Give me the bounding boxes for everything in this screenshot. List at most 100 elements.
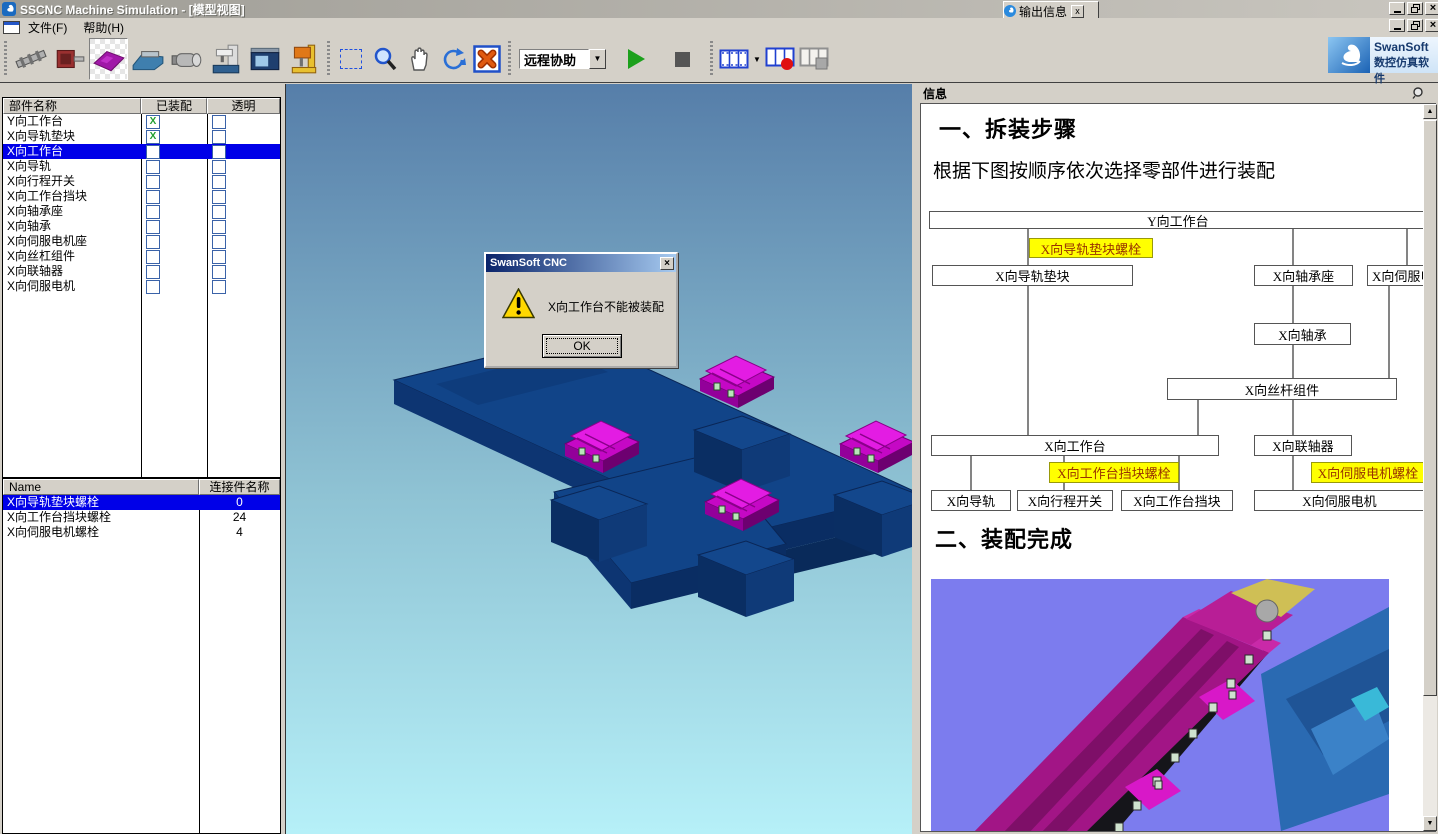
machine-bed-button[interactable] — [128, 38, 167, 80]
col-bolt-name[interactable]: Name — [3, 479, 199, 495]
parts-row[interactable]: X向轴承座 — [3, 204, 280, 219]
transparent-checkbox[interactable] — [212, 265, 226, 279]
ok-button[interactable]: OK — [542, 334, 622, 358]
col-assembled[interactable]: 已装配 — [141, 98, 207, 114]
pan-button[interactable] — [402, 40, 436, 78]
fit-view-button[interactable] — [470, 40, 504, 78]
mdi-child-icon[interactable] — [3, 21, 20, 34]
lead-screw-button[interactable] — [11, 38, 50, 80]
col-connector-count[interactable]: 连接件名称 — [199, 479, 280, 495]
bolts-row[interactable]: X向伺服电机螺栓 4 — [3, 525, 280, 540]
assembled-checkbox[interactable] — [146, 145, 160, 159]
transparent-checkbox[interactable] — [212, 250, 226, 264]
milling-machine-button[interactable] — [206, 38, 245, 80]
rotate-button[interactable] — [436, 40, 470, 78]
remote-assist-combo[interactable]: 远程协助 ▼ — [519, 48, 606, 70]
parts-row[interactable]: X向丝杠组件 — [3, 249, 280, 264]
assembled-checkbox[interactable] — [146, 250, 160, 264]
film-stop-button[interactable] — [797, 40, 831, 78]
parts-row[interactable]: X向导轨 — [3, 159, 280, 174]
parts-row[interactable]: X向工作台挡块 — [3, 189, 280, 204]
transparent-checkbox[interactable] — [212, 115, 226, 129]
pin-icon[interactable] — [1412, 87, 1424, 99]
assembled-checkbox[interactable] — [146, 160, 160, 174]
scroll-thumb[interactable] — [1423, 120, 1437, 696]
drill-press-button[interactable] — [284, 38, 323, 80]
film-button[interactable] — [717, 40, 751, 78]
assembled-checkbox[interactable] — [146, 280, 160, 294]
transparent-checkbox[interactable] — [212, 160, 226, 174]
parts-row-selected[interactable]: X向工作台 — [3, 144, 280, 159]
close-button[interactable]: × — [1425, 2, 1438, 15]
parts-table: 部件名称 已装配 透明 Y向工作台 X X向导轨垫块 X X向工作台 — [2, 97, 281, 478]
scroll-up-button[interactable]: ▲ — [1423, 104, 1437, 119]
bolts-row[interactable]: X向工作台挡块螺栓 24 — [3, 510, 280, 525]
cnc-lathe-button[interactable] — [245, 38, 284, 80]
menu-file[interactable]: 文件(F) — [20, 17, 75, 38]
minimize-button[interactable] — [1389, 2, 1405, 15]
transparent-checkbox[interactable] — [212, 220, 226, 234]
film-record-button[interactable] — [763, 40, 797, 78]
pan-hand-icon — [407, 46, 431, 72]
transparent-checkbox[interactable] — [212, 205, 226, 219]
parts-row[interactable]: X向导轨垫块 X — [3, 129, 280, 144]
assembled-checkbox[interactable] — [146, 220, 160, 234]
parts-row[interactable]: X向行程开关 — [3, 174, 280, 189]
menu-bar: 文件(F) 帮助(H) — [0, 18, 1438, 36]
worktable-button[interactable] — [89, 38, 128, 80]
transparent-checkbox[interactable] — [212, 280, 226, 294]
play-button[interactable] — [628, 49, 645, 69]
transparent-checkbox[interactable] — [212, 190, 226, 204]
flow-box-y-table: Y向工作台 — [929, 211, 1427, 229]
assembled-checkbox[interactable] — [146, 190, 160, 204]
col-transparent[interactable]: 透明 — [207, 98, 280, 114]
parts-row[interactable]: X向伺服电机 — [3, 279, 280, 294]
dialog-close-button[interactable]: × — [660, 257, 674, 270]
toolbar-grip[interactable] — [327, 41, 330, 77]
scroll-down-button[interactable]: ▼ — [1423, 816, 1437, 831]
transparent-checkbox[interactable] — [212, 130, 226, 144]
output-window-close-button[interactable]: x — [1071, 5, 1084, 18]
assembled-checkbox[interactable] — [146, 175, 160, 189]
parts-row[interactable]: X向伺服电机座 — [3, 234, 280, 249]
assembled-checkbox[interactable] — [146, 235, 160, 249]
fit-view-icon — [473, 45, 501, 73]
model-viewport[interactable]: SwanSoft CNC × X向工作台不能被装配 OK — [285, 84, 912, 834]
stop-button[interactable] — [675, 52, 690, 67]
transparent-checkbox[interactable] — [212, 235, 226, 249]
bolts-row-selected[interactable]: X向导轨垫块螺栓 0 — [3, 495, 280, 510]
child-restore-button[interactable] — [1407, 19, 1423, 32]
window-title: SSCNC Machine Simulation - [模型视图] — [20, 1, 245, 18]
transparent-checkbox[interactable] — [212, 145, 226, 159]
dialog-title-bar[interactable]: SwanSoft CNC × — [486, 254, 676, 272]
parts-panel: 部件名称 已装配 透明 Y向工作台 X X向导轨垫块 X X向工作台 — [0, 84, 285, 834]
info-scrollbar[interactable]: ▲ ▼ — [1423, 104, 1437, 831]
toolbar-grip[interactable] — [4, 41, 7, 77]
combo-arrow-icon[interactable]: ▼ — [589, 49, 606, 69]
toolbar-grip[interactable] — [710, 41, 713, 77]
toolbar-grip[interactable] — [508, 41, 511, 77]
child-minimize-button[interactable] — [1389, 19, 1405, 32]
flow-box-x-rail-pad: X向导轨垫块 — [932, 265, 1133, 286]
zoom-button[interactable] — [368, 40, 402, 78]
transparent-checkbox[interactable] — [212, 175, 226, 189]
restore-button[interactable] — [1407, 2, 1423, 15]
film-dropdown-arrow[interactable]: ▼ — [751, 55, 763, 64]
flow-box-x-bearing: X向轴承 — [1254, 323, 1351, 345]
col-part-name[interactable]: 部件名称 — [3, 98, 141, 114]
spindle-button[interactable] — [167, 38, 206, 80]
headstock-button[interactable] — [50, 38, 89, 80]
child-close-button[interactable]: × — [1425, 19, 1438, 32]
menu-help[interactable]: 帮助(H) — [75, 17, 132, 38]
parts-row[interactable]: X向轴承 — [3, 219, 280, 234]
select-rect-button[interactable] — [334, 40, 368, 78]
child-window-buttons: × — [1387, 19, 1438, 32]
assembled-checkbox[interactable]: X — [146, 130, 160, 144]
assembled-checkbox[interactable] — [146, 205, 160, 219]
parts-row[interactable]: Y向工作台 X — [3, 114, 280, 129]
assembled-checkbox[interactable]: X — [146, 115, 160, 129]
info-caption: 信息 — [923, 85, 947, 102]
parts-row[interactable]: X向联轴器 — [3, 264, 280, 279]
flow-line — [1292, 398, 1294, 435]
assembled-checkbox[interactable] — [146, 265, 160, 279]
